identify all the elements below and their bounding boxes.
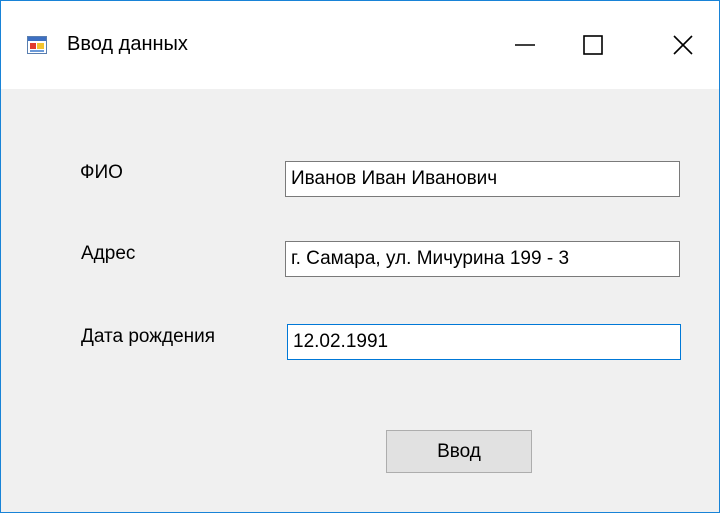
maximize-icon bbox=[583, 35, 603, 55]
close-icon bbox=[673, 35, 693, 55]
maximize-button[interactable] bbox=[563, 19, 623, 71]
window-title: Ввод данных bbox=[67, 33, 188, 55]
fio-label: ФИО bbox=[80, 162, 123, 183]
app-window: Ввод данных ФИО Адрес Дата рождения Ввод bbox=[0, 0, 720, 513]
birthdate-input[interactable] bbox=[287, 324, 681, 360]
birthdate-label: Дата рождения bbox=[81, 326, 216, 347]
minimize-icon bbox=[515, 44, 535, 46]
minimize-button[interactable] bbox=[495, 19, 555, 71]
address-label: Адрес bbox=[81, 243, 136, 264]
form-client-area: ФИО Адрес Дата рождения Ввод bbox=[1, 89, 719, 512]
title-bar[interactable]: Ввод данных bbox=[1, 1, 719, 89]
fio-input[interactable] bbox=[285, 161, 680, 197]
address-input[interactable] bbox=[285, 241, 680, 277]
submit-button[interactable]: Ввод bbox=[386, 430, 532, 473]
windows-form-icon[interactable] bbox=[27, 36, 47, 54]
close-button[interactable] bbox=[653, 19, 713, 71]
